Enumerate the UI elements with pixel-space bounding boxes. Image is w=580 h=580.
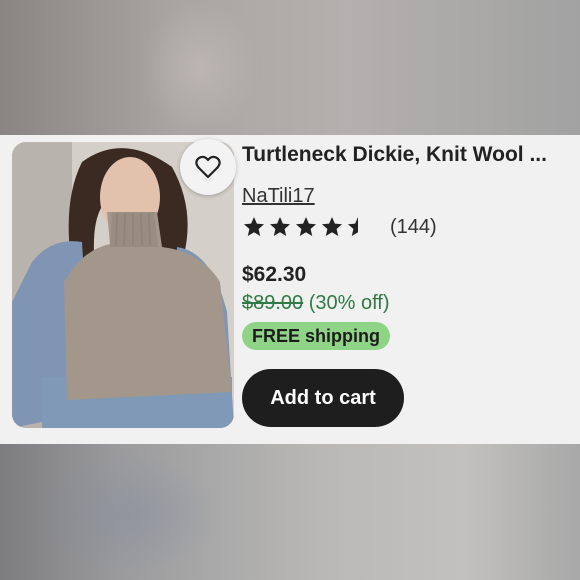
sale-price: $62.30: [242, 263, 307, 286]
blurred-background-bottom: [0, 444, 580, 580]
favorite-button[interactable]: [180, 139, 236, 195]
add-to-cart-button[interactable]: Add to cart: [242, 369, 404, 427]
star-half-icon: [348, 217, 358, 236]
free-shipping-badge: FREE shipping: [242, 322, 390, 350]
shop-name-link[interactable]: NaTili17: [242, 185, 315, 208]
star-full-icon: [270, 217, 290, 236]
original-price-row: $89.00 (30% off): [242, 292, 390, 315]
review-count: (144): [390, 215, 437, 238]
star-full-icon: [296, 217, 316, 236]
rating-row: (144): [242, 215, 437, 239]
star-rating: [242, 215, 372, 239]
discount-label: (30% off): [308, 292, 390, 314]
star-full-icon: [244, 217, 264, 236]
blurred-background-top: [0, 0, 580, 135]
original-price: $89.00: [242, 292, 304, 314]
listing-title[interactable]: Turtleneck Dickie, Knit Wool ...: [242, 143, 572, 167]
heart-outline-icon: [195, 155, 221, 179]
star-full-icon: [322, 217, 342, 236]
